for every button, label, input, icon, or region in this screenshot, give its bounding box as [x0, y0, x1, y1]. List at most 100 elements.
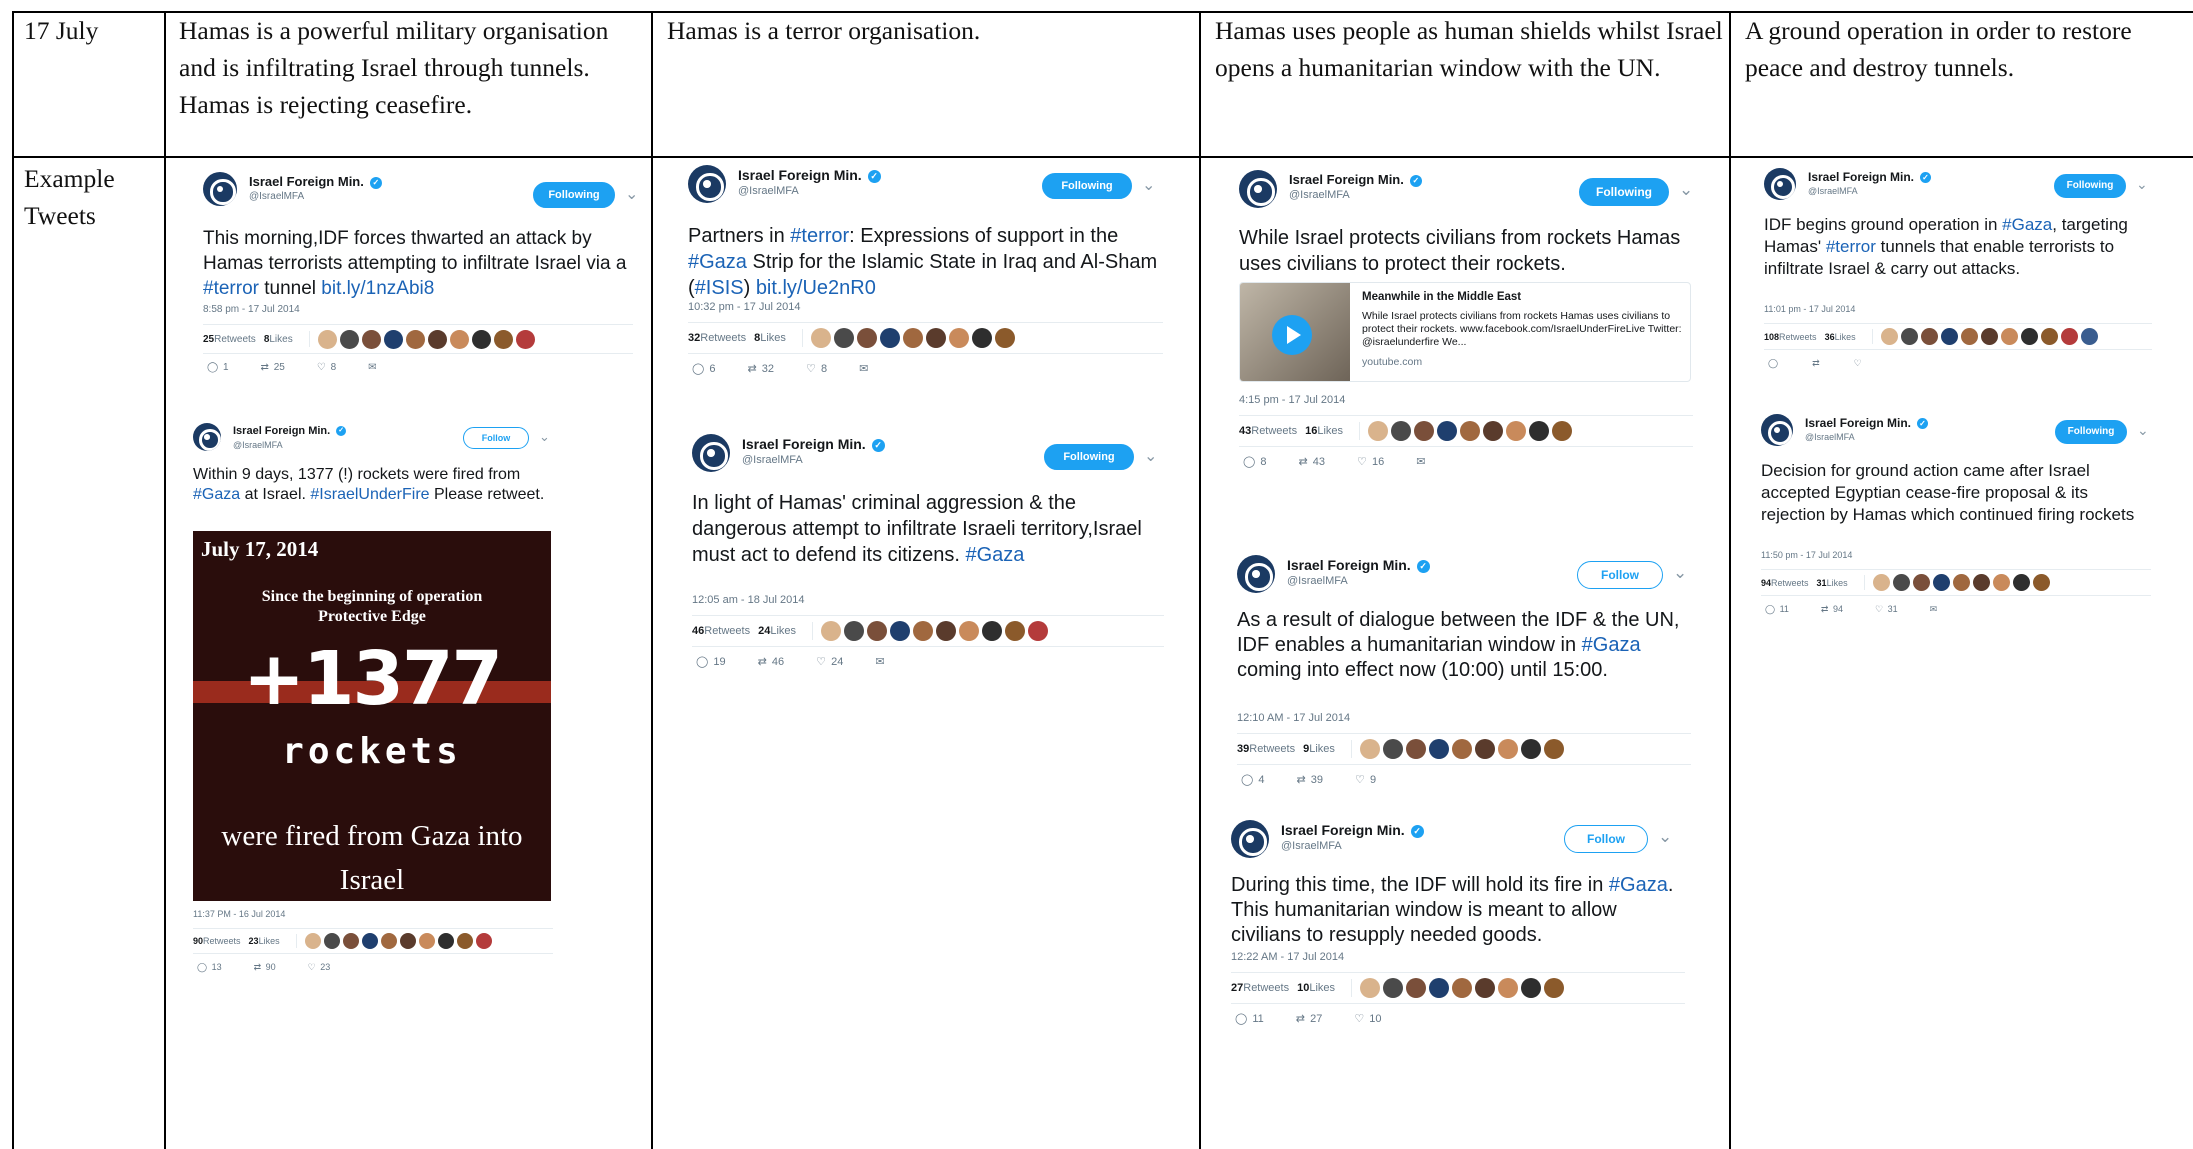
retweet-action[interactable]: ⇄ 46 [758, 655, 785, 668]
tweet-image[interactable]: July 17, 2014 Since the beginning of oper… [193, 531, 551, 901]
reply-action[interactable]: ◯ 11 [1765, 604, 1789, 615]
avatar[interactable] [692, 434, 730, 472]
reply-action[interactable]: ◯ 19 [696, 655, 726, 668]
hashtag-link[interactable]: #Gaza [965, 544, 1024, 566]
retweet-action[interactable]: ⇄ 27 [1296, 1012, 1323, 1025]
liker-avatar[interactable] [890, 621, 911, 641]
like-action[interactable]: ♡ 31 [1875, 604, 1898, 615]
liker-avatar[interactable] [342, 933, 359, 949]
liker-avatar[interactable] [1360, 978, 1381, 998]
liker-avatar[interactable] [1414, 421, 1435, 441]
avatar[interactable] [1239, 170, 1277, 208]
retweet-count[interactable]: 46 [692, 625, 704, 637]
like-count[interactable]: 23 [249, 936, 259, 946]
liker-avatar[interactable] [1972, 574, 1990, 591]
author-name[interactable]: Israel Foreign Min. ✓ [1281, 822, 1424, 838]
liker-avatar[interactable] [1382, 739, 1403, 759]
like-action[interactable]: ♡ 16 [1357, 455, 1384, 468]
liker-avatar[interactable] [1383, 978, 1404, 998]
message-icon[interactable]: ✉ [875, 655, 884, 668]
liker-avatar[interactable] [317, 329, 337, 349]
liker-avatar[interactable] [1406, 978, 1427, 998]
like-action[interactable]: ♡ 9 [1355, 773, 1376, 786]
liker-avatar[interactable] [833, 328, 854, 348]
liker-avatar[interactable] [1437, 421, 1458, 441]
author-name[interactable]: Israel Foreign Min. ✓ [249, 174, 382, 189]
liker-avatar[interactable] [1980, 328, 1998, 345]
avatar[interactable] [1231, 820, 1269, 858]
liker-avatar[interactable] [1880, 328, 1898, 345]
liker-avatar[interactable] [948, 328, 969, 348]
retweet-count[interactable]: 27 [1231, 982, 1243, 994]
author-name[interactable]: Israel Foreign Min. ✓ [738, 167, 881, 183]
hashtag-link[interactable]: #ISIS [695, 277, 744, 299]
liker-avatar[interactable] [427, 329, 447, 349]
hashtag-link[interactable]: #terror [1826, 237, 1876, 256]
liker-avatar[interactable] [1920, 328, 1938, 345]
liker-avatar[interactable] [879, 328, 900, 348]
message-icon[interactable]: ✉ [859, 362, 868, 375]
retweet-action[interactable]: ⇄ 39 [1297, 773, 1324, 786]
like-action[interactable]: ♡ 23 [308, 962, 331, 973]
liker-avatar[interactable] [1497, 739, 1518, 759]
liker-avatar[interactable] [2080, 328, 2098, 345]
liker-avatar[interactable] [1529, 421, 1550, 441]
liker-avatar[interactable] [867, 621, 888, 641]
author-handle[interactable]: @IsraelMFA [1281, 840, 1342, 852]
chevron-down-icon[interactable]: ⌄ [1144, 446, 1157, 466]
message-icon[interactable]: ✉ [368, 362, 376, 373]
message-icon[interactable]: ✉ [1930, 604, 1938, 615]
follow-button[interactable]: Follow [1564, 825, 1648, 853]
retweet-count[interactable]: 90 [193, 936, 203, 946]
liker-avatar[interactable] [1359, 739, 1380, 759]
follow-button[interactable]: Follow [1577, 561, 1663, 589]
liker-avatar[interactable] [1872, 574, 1890, 591]
author-handle[interactable]: @IsraelMFA [742, 454, 803, 466]
chevron-down-icon[interactable]: ⌄ [539, 429, 550, 445]
liker-avatar[interactable] [1452, 978, 1473, 998]
liker-avatar[interactable] [982, 621, 1003, 641]
liker-avatar[interactable] [913, 621, 934, 641]
liker-avatar[interactable] [339, 329, 359, 349]
liker-avatar[interactable] [856, 328, 877, 348]
like-action[interactable]: ♡ 8 [806, 362, 827, 375]
liker-avatar[interactable] [1892, 574, 1910, 591]
author-handle[interactable]: @IsraelMFA [233, 440, 283, 450]
retweet-action[interactable]: ⇄ 94 [1821, 604, 1843, 615]
liker-avatar[interactable] [1475, 978, 1496, 998]
retweet-action[interactable]: ⇄ 25 [261, 362, 285, 373]
liker-avatar[interactable] [1552, 421, 1573, 441]
reply-action[interactable]: ◯ 8 [1243, 455, 1267, 468]
tweet-timestamp[interactable]: 8:58 pm - 17 Jul 2014 [203, 304, 300, 315]
chevron-down-icon[interactable]: ⌄ [1679, 180, 1693, 200]
liker-avatar[interactable] [994, 328, 1015, 348]
author-handle[interactable]: @IsraelMFA [249, 191, 304, 202]
liker-avatar[interactable] [2000, 328, 2018, 345]
url-link[interactable]: bit.ly/Ue2nR0 [756, 277, 876, 299]
following-button[interactable]: Following [1042, 173, 1132, 199]
like-action[interactable]: ♡ [1854, 358, 1864, 369]
author-handle[interactable]: @IsraelMFA [1808, 186, 1858, 196]
retweet-action[interactable]: ⇄ 43 [1299, 455, 1326, 468]
like-count[interactable]: 24 [758, 625, 770, 637]
avatar[interactable] [203, 172, 237, 206]
retweet-count[interactable]: 43 [1239, 425, 1251, 437]
liker-avatar[interactable] [418, 933, 435, 949]
liker-avatar[interactable] [1028, 621, 1049, 641]
avatar[interactable] [193, 423, 221, 451]
liker-avatar[interactable] [2040, 328, 2058, 345]
retweet-count[interactable]: 108 [1764, 332, 1779, 342]
hashtag-link[interactable]: #Gaza [1609, 874, 1668, 896]
liker-avatar[interactable] [1451, 739, 1472, 759]
author-handle[interactable]: @IsraelMFA [1289, 189, 1350, 201]
liker-avatar[interactable] [1368, 421, 1389, 441]
author-handle[interactable]: @IsraelMFA [738, 185, 799, 197]
following-button[interactable]: Following [533, 182, 615, 208]
liker-avatar[interactable] [1940, 328, 1958, 345]
liker-avatar[interactable] [925, 328, 946, 348]
retweet-count[interactable]: 25 [203, 334, 214, 345]
liker-avatar[interactable] [471, 329, 491, 349]
retweet-action[interactable]: ⇄ 90 [254, 962, 276, 973]
retweet-count[interactable]: 94 [1761, 578, 1771, 588]
liker-avatar[interactable] [1405, 739, 1426, 759]
